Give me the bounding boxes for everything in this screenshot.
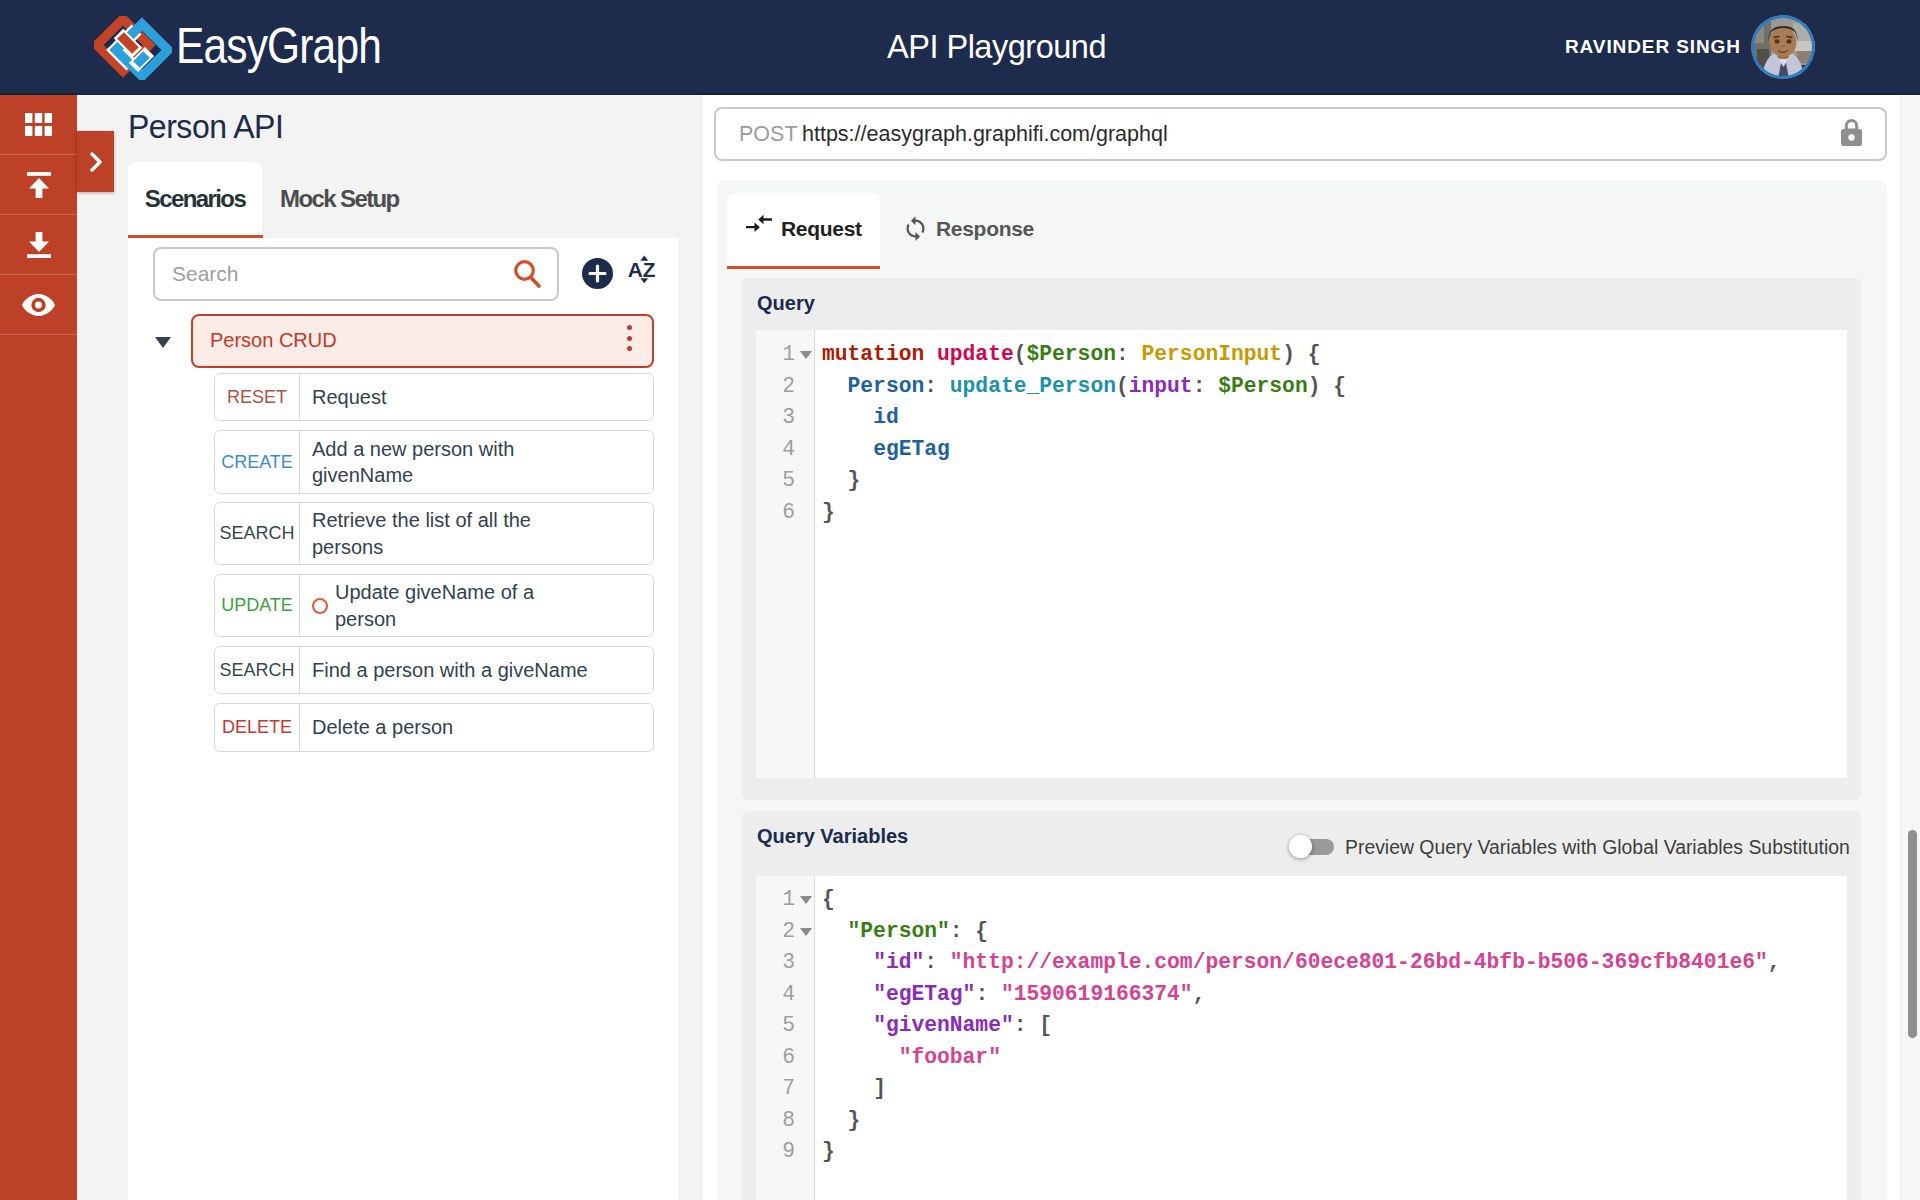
svg-text:AZ: AZ	[628, 258, 656, 281]
